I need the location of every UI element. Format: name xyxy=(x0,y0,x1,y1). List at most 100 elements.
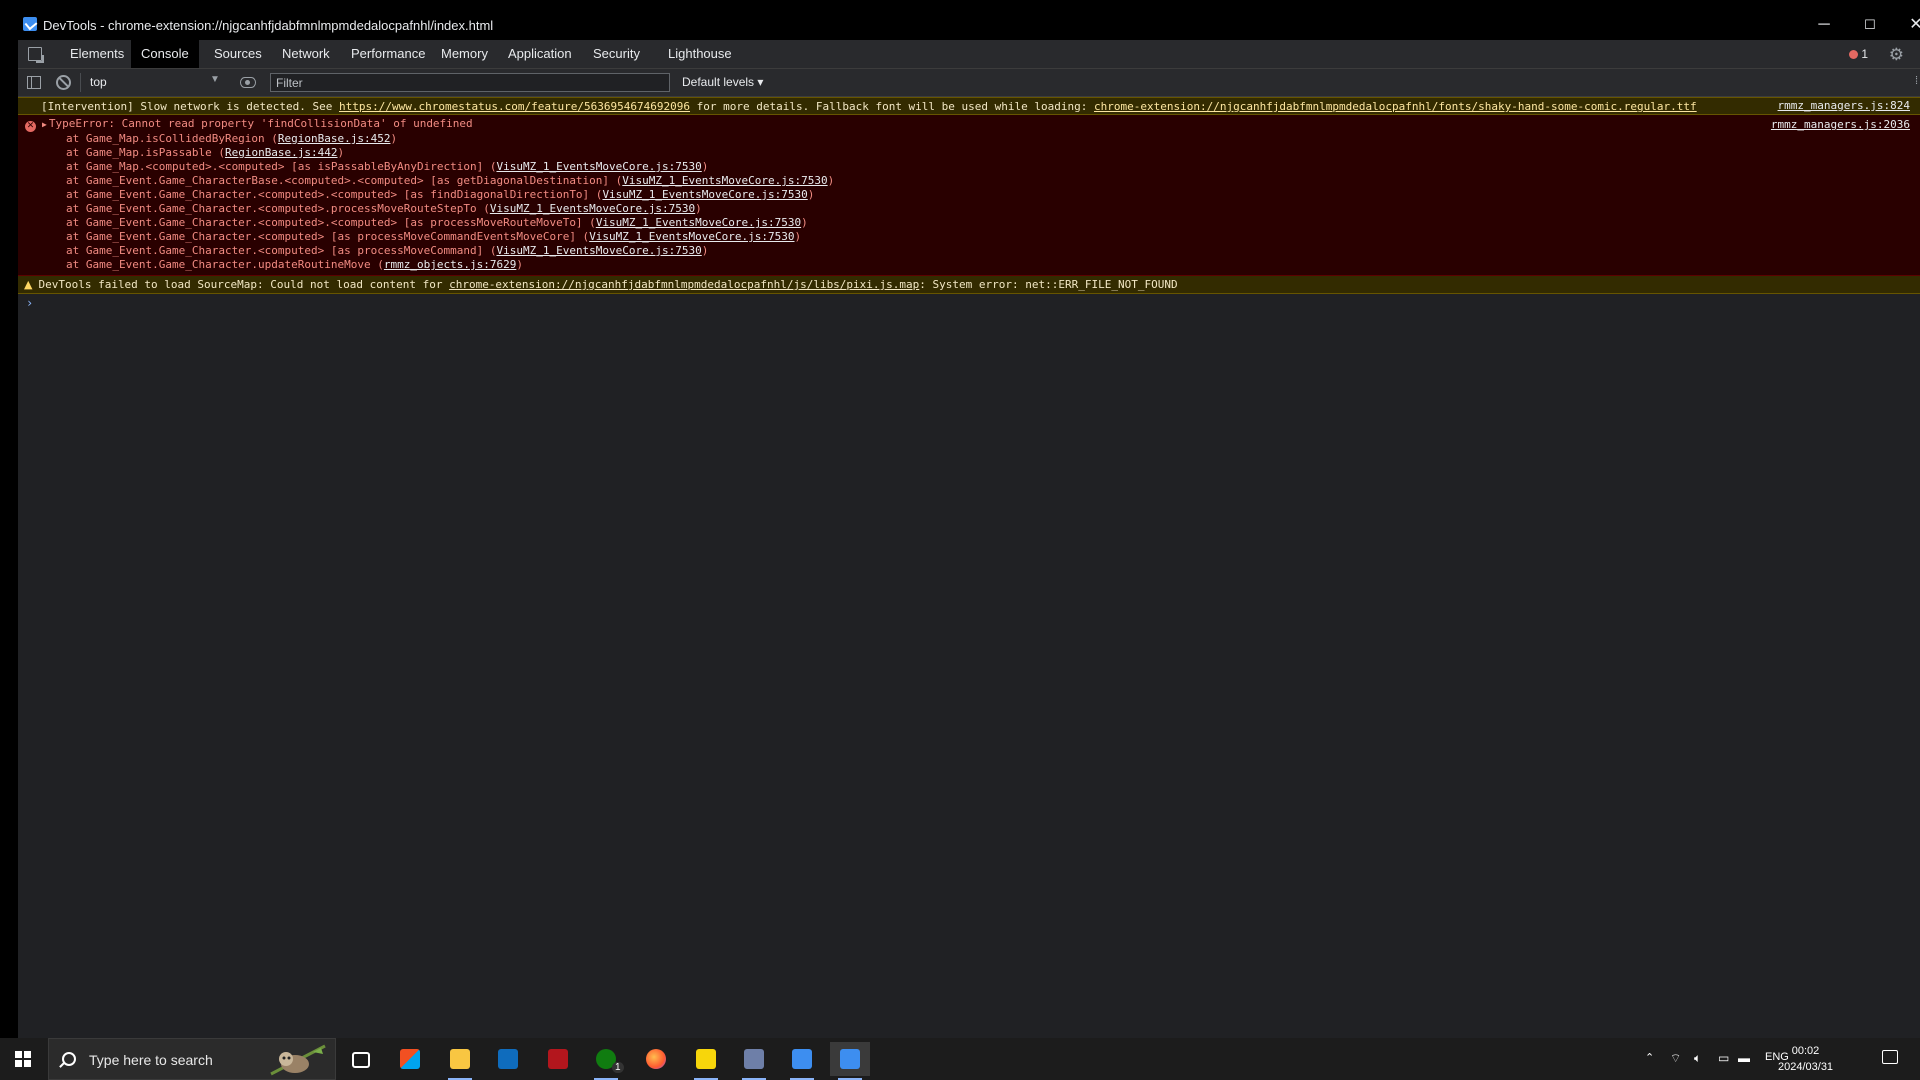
stack-frame-end: ) xyxy=(701,244,709,257)
tab-performance[interactable]: Performance xyxy=(341,40,435,68)
stack-frame-link[interactable]: VisuMZ_1_EventsMoveCore.js:7530 xyxy=(496,244,701,257)
stack-frame: at Game_Event.Game_Character.<computed>.… xyxy=(18,202,1920,216)
gear-icon[interactable]: ⚙ xyxy=(1889,45,1904,65)
error-source-link[interactable]: rmmz_managers.js:2036 xyxy=(1771,118,1910,132)
tab-console[interactable]: Console xyxy=(131,40,199,68)
stack-frame-link[interactable]: rmmz_objects.js:7629 xyxy=(384,258,516,271)
stack-frame-end: ) xyxy=(695,202,702,215)
warning-prefix: DevTools failed to load SourceMap: Could… xyxy=(38,278,450,291)
error-icon: ✕ xyxy=(25,121,36,132)
battery-icon[interactable]: ▬ xyxy=(1738,1051,1750,1065)
tab-sources[interactable]: Sources xyxy=(204,40,272,68)
stack-frame-link[interactable]: VisuMZ_1_EventsMoveCore.js:7530 xyxy=(596,216,801,229)
chevron-up-icon[interactable]: ⌃ xyxy=(1645,1051,1654,1064)
stack-frame: at Game_Map.isCollidedByRegion (RegionBa… xyxy=(18,132,1920,146)
stack-frame-link[interactable]: VisuMZ_1_EventsMoveCore.js:7530 xyxy=(589,230,794,243)
stack-frame-text: at Game_Map.isCollidedByRegion ( xyxy=(66,132,278,145)
volume-icon[interactable]: 🔈︎ xyxy=(1694,1051,1701,1066)
taskbar: Type here to search 1 ⌃ ⌔ 🔈︎ ▭ ▬ ENG 00:… xyxy=(0,1038,1920,1080)
stack-frame-link[interactable]: RegionBase.js:442 xyxy=(225,146,338,159)
stack-frame-text: at Game_Map.isPassable ( xyxy=(66,146,225,159)
rpg-maker-icon[interactable] xyxy=(734,1042,774,1080)
stack-frame-text: at Game_Map.<computed>.<computed> [as is… xyxy=(66,160,497,173)
sticky-notes-icon[interactable] xyxy=(686,1042,726,1080)
network-icon[interactable]: ⌔ xyxy=(1670,1051,1681,1066)
expand-triangle-icon[interactable]: ▶ xyxy=(42,118,47,132)
microsoft-store-icon[interactable] xyxy=(390,1042,430,1076)
inspect-element-icon[interactable] xyxy=(28,47,44,63)
windows-start-icon[interactable] xyxy=(15,1051,31,1067)
clock[interactable]: 00:02 2024/03/31 xyxy=(1778,1043,1833,1075)
minimize-button[interactable]: ─ xyxy=(1801,10,1847,40)
warning-message: ▲ DevTools failed to load SourceMap: Coul… xyxy=(18,276,1920,294)
notification-center-icon[interactable] xyxy=(1882,1050,1898,1064)
stack-frame-end: ) xyxy=(337,146,345,159)
chevron-down-icon[interactable]: ▼ xyxy=(210,74,220,85)
clock-time: 00:02 xyxy=(1791,1045,1820,1057)
tab-lighthouse[interactable]: Lighthouse xyxy=(658,40,742,68)
stack-frame-text: at Game_Event.Game_Character.updateRouti… xyxy=(66,258,384,271)
tab-security[interactable]: Security xyxy=(583,40,650,68)
devtools-active-taskbar-icon[interactable] xyxy=(830,1042,870,1080)
tab-memory[interactable]: Memory xyxy=(431,40,498,68)
sidebar-toggle-icon[interactable] xyxy=(27,76,41,89)
task-view-icon[interactable] xyxy=(340,1042,380,1076)
stack-frame: at Game_Map.<computed>.<computed> [as is… xyxy=(18,160,1920,174)
stack-frame-end: ) xyxy=(807,188,815,201)
error-title-row[interactable]: ✕ ▶ TypeError: Cannot read property 'findC… xyxy=(18,117,1920,132)
intervention-link-feature[interactable]: https://www.chromestatus.com/feature/563… xyxy=(339,100,690,113)
taskbar-search-box[interactable]: Type here to search xyxy=(48,1038,336,1080)
console-prompt[interactable]: › xyxy=(18,294,1920,312)
stack-frame-end: ) xyxy=(801,216,808,229)
camera-icon[interactable]: ▭ xyxy=(1718,1051,1729,1065)
tab-network[interactable]: Network xyxy=(272,40,340,68)
stack-frame-link[interactable]: VisuMZ_1_EventsMoveCore.js:7530 xyxy=(622,174,827,187)
clear-console-icon[interactable] xyxy=(56,75,71,90)
devtools-window: DevTools - chrome-extension://njgcanhfjd… xyxy=(18,10,1920,1038)
error-dot-icon xyxy=(1849,50,1859,59)
maximize-button[interactable]: ☐ xyxy=(1847,10,1893,40)
stack-frame-link[interactable]: VisuMZ_1_EventsMoveCore.js:7530 xyxy=(496,160,701,173)
overflow-icon[interactable]: ⁞ xyxy=(1915,75,1918,87)
filter-input[interactable] xyxy=(270,73,670,92)
error-count-badge[interactable]: 1 xyxy=(1849,47,1868,61)
stack-frame-link[interactable]: VisuMZ_1_EventsMoveCore.js:7530 xyxy=(490,202,695,215)
red-app-icon[interactable] xyxy=(538,1042,578,1076)
firefox-icon[interactable] xyxy=(636,1042,676,1076)
file-explorer-icon[interactable] xyxy=(440,1042,480,1080)
stack-frame: at Game_Event.Game_Character.<computed> … xyxy=(18,244,1920,258)
stack-frame: at Game_Event.Game_CharacterBase.<comput… xyxy=(18,174,1920,188)
toolbar-divider xyxy=(80,73,81,92)
warning-sourcemap-link[interactable]: chrome-extension://njgcanhfjdabfmnlmpmde… xyxy=(449,278,919,291)
tab-elements[interactable]: Elements xyxy=(60,40,134,68)
stack-frame-end: ) xyxy=(794,230,802,243)
error-title: TypeError: Cannot read property 'findCol… xyxy=(48,117,473,130)
intervention-prefix: [Intervention] Slow network is detected.… xyxy=(41,100,340,113)
title-bar[interactable]: DevTools - chrome-extension://njgcanhfjd… xyxy=(18,10,1920,40)
devtools-taskbar-icon[interactable] xyxy=(782,1042,822,1080)
intervention-link-font[interactable]: chrome-extension://njgcanhfjdabfmnlmpmde… xyxy=(1094,100,1697,113)
tab-application[interactable]: Application xyxy=(498,40,582,68)
stack-frame-end: ) xyxy=(827,174,835,187)
intervention-source-link[interactable]: rmmz_managers.js:824 xyxy=(1778,99,1910,113)
warning-suffix: : System error: net::ERR_FILE_NOT_FOUND xyxy=(919,278,1178,291)
xbox-badge: 1 xyxy=(612,1062,624,1073)
clock-date: 2024/03/31 xyxy=(1778,1061,1834,1073)
log-levels-select[interactable]: Default levels ▾ xyxy=(682,75,763,89)
error-count: 1 xyxy=(1861,47,1868,61)
context-select[interactable]: top xyxy=(90,75,107,89)
stack-frame-text: at Game_Event.Game_Character.<computed>.… xyxy=(66,188,603,201)
mail-icon[interactable] xyxy=(488,1042,528,1076)
search-highlight-illustration-icon xyxy=(270,1044,326,1076)
stack-frame: at Game_Event.Game_Character.<computed>.… xyxy=(18,216,1920,230)
intervention-message: [Intervention] Slow network is detected.… xyxy=(18,97,1920,115)
xbox-icon[interactable]: 1 xyxy=(586,1042,626,1080)
search-icon xyxy=(62,1052,76,1066)
search-placeholder: Type here to search xyxy=(89,1052,213,1068)
eye-icon[interactable] xyxy=(240,77,256,88)
error-message: ✕ ▶ TypeError: Cannot read property 'findC… xyxy=(18,115,1920,276)
stack-frame-text: at Game_Event.Game_Character.<computed>.… xyxy=(66,216,596,229)
stack-frame-link[interactable]: RegionBase.js:452 xyxy=(278,132,391,145)
close-button[interactable]: ✕ xyxy=(1893,10,1920,40)
stack-frame-link[interactable]: VisuMZ_1_EventsMoveCore.js:7530 xyxy=(602,188,807,201)
